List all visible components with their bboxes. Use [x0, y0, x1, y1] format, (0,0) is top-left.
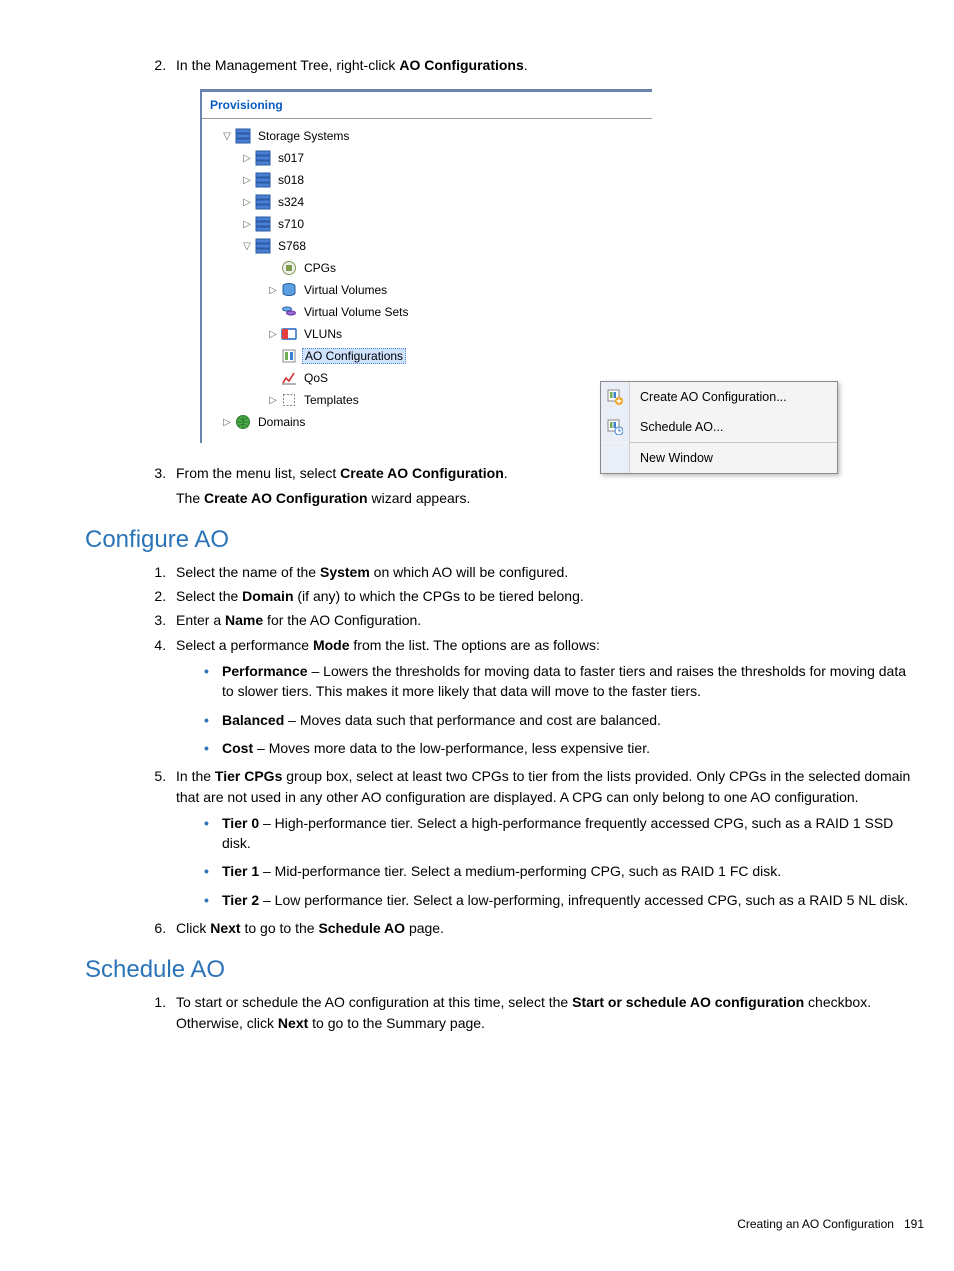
- tree-item-vluns[interactable]: ▷ VLUNs: [202, 323, 652, 345]
- label: s710: [276, 217, 306, 231]
- tier-1: Tier 1 – Mid-performance tier. Select a …: [204, 861, 914, 881]
- tree-item-storage-systems[interactable]: ▽ Storage Systems: [202, 125, 652, 147]
- heading-schedule-ao: Schedule AO: [85, 956, 924, 984]
- tree-item-ao-configurations[interactable]: AO Configurations: [202, 345, 652, 367]
- label: s324: [276, 195, 306, 209]
- storage-icon: [254, 172, 272, 188]
- storage-icon: [254, 194, 272, 210]
- vlun-icon: [280, 326, 298, 342]
- bold: Create AO Configuration: [340, 465, 504, 481]
- cfg-step-2: Select the Domain (if any) to which the …: [170, 586, 914, 606]
- label: Domains: [256, 415, 307, 429]
- cfg-step-3: Enter a Name for the AO Configuration.: [170, 610, 914, 630]
- text: In the Management Tree, right-click: [176, 57, 399, 73]
- expand-closed-icon[interactable]: ▷: [240, 197, 254, 208]
- label: VLUNs: [302, 327, 344, 341]
- context-menu: Create AO Configuration... Schedule AO..…: [600, 381, 838, 474]
- cpg-icon: [280, 260, 298, 276]
- tier-0: Tier 0 – High-performance tier. Select a…: [204, 813, 914, 854]
- tree-item-qos[interactable]: QoS: [202, 367, 652, 389]
- template-icon: [280, 392, 298, 408]
- provisioning-panel: Provisioning ▽ Storage Systems ▷ s017 ▷ s01…: [200, 89, 652, 443]
- tree-item-virtual-volumes[interactable]: ▷ Virtual Volumes: [202, 279, 652, 301]
- tree-item-domains[interactable]: ▷ Domains: [202, 411, 652, 433]
- tree-item-system[interactable]: ▷ s018: [202, 169, 652, 191]
- bold: Create AO Configuration: [204, 490, 368, 506]
- volume-icon: [280, 282, 298, 298]
- label: QoS: [302, 371, 330, 385]
- cfg-step-4: Select a performance Mode from the list.…: [170, 635, 914, 758]
- label: s018: [276, 173, 306, 187]
- cfg-step-5: In the Tier CPGs group box, select at le…: [170, 766, 914, 910]
- label: Storage Systems: [256, 129, 351, 143]
- step-2: In the Management Tree, right-click AO C…: [170, 55, 914, 75]
- label: Templates: [302, 393, 361, 407]
- expand-open-icon[interactable]: ▽: [220, 131, 234, 142]
- ao-config-icon: [280, 348, 298, 364]
- tree-item-system[interactable]: ▷ s710: [202, 213, 652, 235]
- tree-item-system[interactable]: ▷ s324: [202, 191, 652, 213]
- tree-item-vv-sets[interactable]: Virtual Volume Sets: [202, 301, 652, 323]
- bold: AO Configurations: [399, 57, 523, 73]
- text: From the menu list, select: [176, 465, 340, 481]
- menu-item-create-ao[interactable]: Create AO Configuration...: [601, 382, 837, 412]
- label: CPGs: [302, 261, 338, 275]
- label: AO Configurations: [302, 348, 406, 364]
- text: The: [176, 490, 204, 506]
- text: .: [524, 57, 528, 73]
- tree-item-templates[interactable]: ▷ Templates: [202, 389, 652, 411]
- nav-tree: ▽ Storage Systems ▷ s017 ▷ s018 ▷ s324 ▷ s710…: [202, 119, 652, 443]
- schedule-ao-icon: [601, 412, 630, 442]
- label: s017: [276, 151, 306, 165]
- panel-title: Provisioning: [202, 92, 652, 119]
- expand-closed-icon[interactable]: ▷: [266, 395, 280, 406]
- create-ao-icon: [601, 382, 630, 412]
- menu-item-schedule-ao[interactable]: Schedule AO...: [601, 412, 837, 442]
- label: New Window: [630, 451, 713, 465]
- cfg-step-1: Select the name of the System on which A…: [170, 562, 914, 582]
- mode-balanced: Balanced – Moves data such that performa…: [204, 710, 914, 730]
- mode-cost: Cost – Moves more data to the low-perfor…: [204, 738, 914, 758]
- label: Virtual Volume Sets: [302, 305, 411, 319]
- expand-closed-icon[interactable]: ▷: [266, 285, 280, 296]
- sch-step-1: To start or schedule the AO configuratio…: [170, 992, 914, 1033]
- cfg-step-6: Click Next to go to the Schedule AO page…: [170, 918, 914, 938]
- page-footer: Creating an AO Configuration 191: [737, 1217, 924, 1231]
- expand-closed-icon[interactable]: ▷: [220, 417, 234, 428]
- qos-icon: [280, 370, 298, 386]
- tree-item-system[interactable]: ▽ S768: [202, 235, 652, 257]
- storage-icon: [254, 238, 272, 254]
- expand-closed-icon[interactable]: ▷: [240, 219, 254, 230]
- tree-item-cpgs[interactable]: CPGs: [202, 257, 652, 279]
- screenshot-figure: Provisioning ▽ Storage Systems ▷ s017 ▷ s01…: [200, 89, 914, 443]
- globe-icon: [234, 414, 252, 430]
- label: Virtual Volumes: [302, 283, 389, 297]
- menu-item-new-window[interactable]: New Window: [601, 443, 837, 473]
- expand-closed-icon[interactable]: ▷: [266, 329, 280, 340]
- text: wizard appears.: [368, 490, 471, 506]
- heading-configure-ao: Configure AO: [85, 526, 924, 554]
- expand-closed-icon[interactable]: ▷: [240, 153, 254, 164]
- page-number: 191: [904, 1217, 924, 1231]
- storage-icon: [234, 128, 252, 144]
- label: Schedule AO...: [630, 420, 723, 434]
- storage-icon: [254, 216, 272, 232]
- footer-title: Creating an AO Configuration: [737, 1217, 894, 1231]
- tier-2: Tier 2 – Low performance tier. Select a …: [204, 890, 914, 910]
- tree-item-system[interactable]: ▷ s017: [202, 147, 652, 169]
- mode-performance: Performance – Lowers the thresholds for …: [204, 661, 914, 702]
- text: .: [504, 465, 508, 481]
- storage-icon: [254, 150, 272, 166]
- label: S768: [276, 239, 308, 253]
- volume-set-icon: [280, 304, 298, 320]
- expand-open-icon[interactable]: ▽: [240, 241, 254, 252]
- expand-closed-icon[interactable]: ▷: [240, 175, 254, 186]
- label: Create AO Configuration...: [630, 390, 787, 404]
